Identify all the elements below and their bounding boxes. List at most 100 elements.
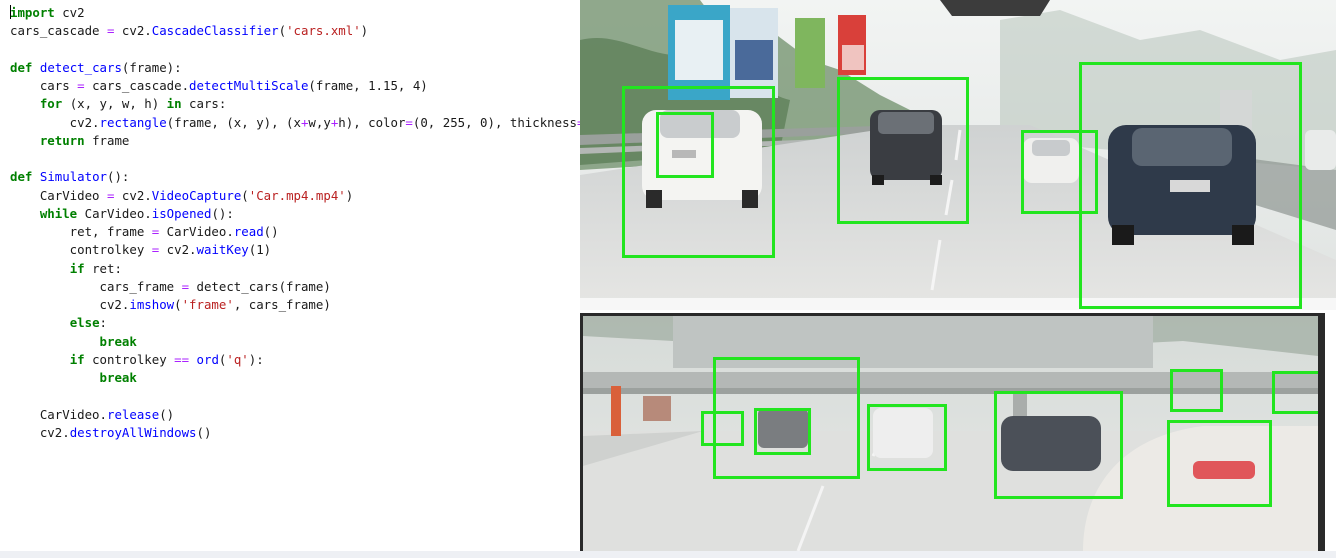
- code-line[interactable]: if ret:: [10, 260, 580, 278]
- code-token: break: [99, 333, 137, 349]
- code-line[interactable]: [10, 387, 580, 405]
- code-token: 'Car.mp4.mp4': [248, 187, 346, 203]
- code-token: return: [39, 132, 85, 148]
- code-token: controlkey: [10, 242, 152, 258]
- code-token: h), color: [338, 114, 406, 130]
- code-token: cv2.: [10, 424, 70, 440]
- code-token: cv2: [54, 5, 85, 20]
- code-token: VideoCapture: [151, 187, 242, 203]
- code-line[interactable]: cars = cars_cascade.detectMultiScale(fra…: [10, 77, 580, 95]
- code-line[interactable]: controlkey = cv2.waitKey(1): [10, 241, 580, 259]
- code-token: ): [360, 23, 369, 39]
- code-line[interactable]: return frame: [10, 132, 580, 150]
- code-token: def: [10, 169, 33, 185]
- detection-box: [754, 408, 811, 455]
- code-token: ord: [196, 351, 219, 367]
- code-token: (: [174, 297, 182, 312]
- code-token: controlkey: [84, 351, 175, 367]
- code-token: cars:: [181, 96, 227, 112]
- code-token: detectMultiScale: [189, 78, 309, 93]
- code-token: Simulator: [39, 169, 107, 185]
- code-token: (frame, (x, y), (x: [166, 114, 301, 130]
- code-token: (0, 255, 0), thickness: [412, 114, 578, 130]
- detection-box: [1170, 369, 1223, 412]
- code-line[interactable]: def detect_cars(frame):: [10, 59, 580, 77]
- detection-box: [1079, 62, 1302, 309]
- code-token: in: [166, 96, 182, 112]
- code-token: imshow: [129, 297, 175, 312]
- detection-box: [1167, 420, 1272, 507]
- code-line[interactable]: import cv2: [10, 4, 580, 22]
- code-token: (): [196, 424, 212, 440]
- video-frame-top: [580, 0, 1336, 310]
- code-token: =: [181, 278, 190, 294]
- code-line[interactable]: else:: [10, 314, 580, 332]
- code-token: cars_cascade: [10, 23, 107, 39]
- code-token: ): [345, 187, 354, 203]
- code-line[interactable]: cv2.imshow('frame', cars_frame): [10, 296, 580, 314]
- code-token: for: [39, 96, 63, 112]
- code-token: CarVideo: [10, 187, 107, 203]
- code-token: cv2.: [114, 187, 152, 203]
- code-line[interactable]: cars_cascade = cv2.CascadeClassifier('ca…: [10, 22, 580, 40]
- code-token: detect_cars: [39, 59, 122, 75]
- code-line[interactable]: def Simulator():: [10, 168, 580, 186]
- code-line[interactable]: break: [10, 369, 580, 387]
- code-token: cv2.: [10, 114, 100, 130]
- code-line[interactable]: [10, 150, 580, 168]
- code-line[interactable]: cars_frame = detect_cars(frame): [10, 278, 580, 296]
- code-line[interactable]: cv2.destroyAllWindows(): [10, 424, 580, 442]
- code-token: ():: [107, 169, 130, 185]
- code-token: if: [69, 260, 85, 276]
- editor-gutter: [0, 0, 3, 450]
- code-token: if: [69, 351, 85, 367]
- code-token: import: [10, 5, 55, 20]
- code-token: cars: [10, 78, 78, 93]
- car-5: [1305, 130, 1336, 170]
- code-token: cv2.: [114, 23, 152, 39]
- code-token: CascadeClassifier: [151, 23, 279, 39]
- code-line[interactable]: if controlkey == ord('q'):: [10, 351, 580, 369]
- code-token: cv2.: [159, 242, 197, 258]
- code-line[interactable]: CarVideo = cv2.VideoCapture('Car.mp4.mp4…: [10, 187, 580, 205]
- code-token: rectangle: [99, 114, 167, 130]
- code-token: cv2.: [10, 297, 130, 312]
- code-token: (): [263, 224, 279, 239]
- code-line[interactable]: ret, frame = CarVideo.read(): [10, 223, 580, 241]
- code-token: ret:: [84, 260, 122, 276]
- detection-box: [867, 404, 947, 471]
- code-token: cars_frame: [10, 278, 182, 294]
- code-token: detect_cars(frame): [189, 278, 331, 294]
- video-frame-bottom-content: [583, 316, 1318, 551]
- code-lines[interactable]: import cv2 cars_cascade = cv2.CascadeClas…: [10, 4, 580, 442]
- code-token: waitKey: [196, 242, 249, 258]
- code-token: ():: [211, 205, 234, 221]
- code-editor[interactable]: import cv2 cars_cascade = cv2.CascadeClas…: [0, 0, 580, 558]
- code-line[interactable]: cv2.rectangle(frame, (x, y), (x+w,y+h), …: [10, 114, 580, 132]
- code-token: (frame):: [121, 59, 182, 75]
- code-token: :: [99, 315, 107, 331]
- code-line[interactable]: while CarVideo.isOpened():: [10, 205, 580, 223]
- code-line[interactable]: for (x, y, w, h) in cars:: [10, 95, 580, 113]
- detection-box: [656, 112, 714, 178]
- code-line[interactable]: [10, 41, 580, 59]
- code-token: ret, frame: [10, 224, 152, 239]
- taskbar-edge: [0, 551, 1336, 558]
- code-token: read: [233, 224, 264, 239]
- code-token: else: [69, 315, 100, 331]
- code-token: CarVideo.: [10, 406, 107, 422]
- code-token: cars_cascade.: [84, 78, 190, 93]
- code-token: isOpened: [151, 205, 212, 221]
- code-token: (1): [248, 242, 272, 258]
- code-line[interactable]: break: [10, 333, 580, 351]
- code-token: (: [241, 187, 249, 203]
- code-line[interactable]: CarVideo.release(): [10, 406, 580, 424]
